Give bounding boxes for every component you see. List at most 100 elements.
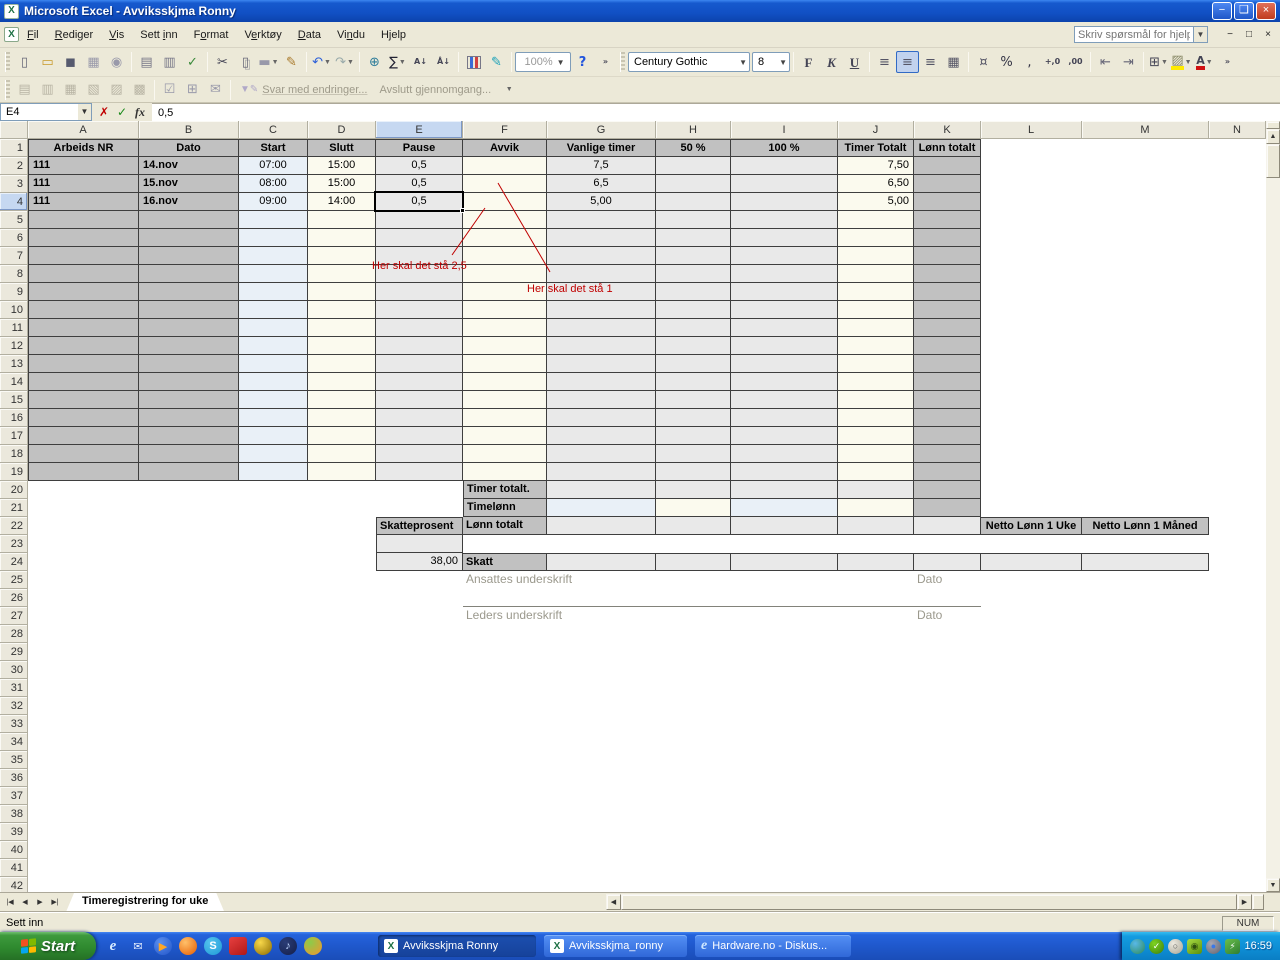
cell-K22[interactable] xyxy=(914,517,981,535)
cell-K11[interactable] xyxy=(914,319,981,337)
cell-G17[interactable] xyxy=(547,427,656,445)
cell-F8[interactable] xyxy=(463,265,547,283)
cell-K14[interactable] xyxy=(914,373,981,391)
cell-K12[interactable] xyxy=(914,337,981,355)
row-header-29[interactable]: 29 xyxy=(0,643,28,661)
column-header-N[interactable]: N xyxy=(1209,121,1266,139)
cell-F11[interactable] xyxy=(463,319,547,337)
cell-M24[interactable] xyxy=(1082,553,1209,571)
cell-K13[interactable] xyxy=(914,355,981,373)
cell-I10[interactable] xyxy=(731,301,838,319)
row-header-39[interactable]: 39 xyxy=(0,823,28,841)
cell-G24[interactable] xyxy=(547,553,656,571)
cell-I2[interactable] xyxy=(731,157,838,175)
cell-I24[interactable] xyxy=(731,553,838,571)
paste-button[interactable]: ▬ ▼ xyxy=(257,51,280,73)
borders-button[interactable]: ⊞ ▼ xyxy=(1147,51,1170,73)
merge-and-center-button[interactable]: ▦ xyxy=(942,51,965,73)
cell-E9[interactable] xyxy=(376,283,463,301)
cell-H1[interactable]: 50 % xyxy=(656,139,731,157)
cell-E22[interactable]: Skatteprosent xyxy=(376,517,463,535)
cell-E17[interactable] xyxy=(376,427,463,445)
outlook-express-icon[interactable]: ✉ xyxy=(129,937,147,955)
cell-H17[interactable] xyxy=(656,427,731,445)
cell-B5[interactable] xyxy=(139,211,239,229)
cell-I7[interactable] xyxy=(731,247,838,265)
cell-H18[interactable] xyxy=(656,445,731,463)
cell-H10[interactable] xyxy=(656,301,731,319)
cell-F18[interactable] xyxy=(463,445,547,463)
toolbar-grip[interactable] xyxy=(620,52,625,72)
first-sheet-button[interactable]: |◀ xyxy=(3,895,17,910)
row-header-26[interactable]: 26 xyxy=(0,589,28,607)
cell-E15[interactable] xyxy=(376,391,463,409)
cell-F4[interactable] xyxy=(463,193,547,211)
row-header-13[interactable]: 13 xyxy=(0,355,28,373)
scroll-right-button[interactable]: ▶ xyxy=(1237,894,1252,910)
tab-split-handle[interactable] xyxy=(1252,894,1264,910)
audio-device-tray-icon[interactable]: ● xyxy=(1206,938,1221,954)
cell-J15[interactable] xyxy=(838,391,914,409)
cell-B16[interactable] xyxy=(139,409,239,427)
cell-G7[interactable] xyxy=(547,247,656,265)
annotation-text-1[interactable]: Her skal det stå 2,5 xyxy=(372,260,467,272)
cell-I18[interactable] xyxy=(731,445,838,463)
taskbar-button-avviksskjma-ronny[interactable]: X Avviksskjma Ronny xyxy=(378,935,536,957)
cell-F6[interactable] xyxy=(463,229,547,247)
cell-H16[interactable] xyxy=(656,409,731,427)
row-header-36[interactable]: 36 xyxy=(0,769,28,787)
previous-sheet-button[interactable]: ◀ xyxy=(18,895,32,910)
envelope-button[interactable]: ✉ xyxy=(204,79,227,101)
cell-J3[interactable]: 6,50 xyxy=(838,175,914,193)
cell-E23[interactable] xyxy=(376,535,463,553)
toolbar-grip[interactable] xyxy=(5,79,10,100)
cell-F1[interactable]: Avvik xyxy=(463,139,547,157)
menu-format[interactable]: Format xyxy=(186,25,237,45)
cell-J22[interactable] xyxy=(838,517,914,535)
cell-E14[interactable] xyxy=(376,373,463,391)
cell-G12[interactable] xyxy=(547,337,656,355)
cell-I6[interactable] xyxy=(731,229,838,247)
cell-D2[interactable]: 15:00 xyxy=(308,157,376,175)
cell-G20[interactable] xyxy=(547,481,656,499)
cell-D13[interactable] xyxy=(308,355,376,373)
cell-B7[interactable] xyxy=(139,247,239,265)
cell-I22[interactable] xyxy=(731,517,838,535)
cell-E1[interactable]: Pause xyxy=(376,139,463,157)
cell-J7[interactable] xyxy=(838,247,914,265)
yellow-ball-icon[interactable] xyxy=(254,937,272,955)
row-header-1[interactable]: 1 xyxy=(0,139,28,157)
cell-pattern-button-1[interactable]: ▤ xyxy=(13,79,36,101)
copy-button[interactable]: ▯ xyxy=(234,51,257,73)
cell-E12[interactable] xyxy=(376,337,463,355)
cell-H15[interactable] xyxy=(656,391,731,409)
italic-button[interactable]: K xyxy=(820,51,843,73)
cell-G16[interactable] xyxy=(547,409,656,427)
cell-J4[interactable]: 5,00 xyxy=(838,193,914,211)
cell-F24[interactable]: Skatt xyxy=(463,553,547,571)
open-button[interactable]: ▭ xyxy=(36,51,59,73)
cell-A13[interactable] xyxy=(28,355,139,373)
cell-K25[interactable]: Dato xyxy=(914,571,981,589)
cell-H22[interactable] xyxy=(656,517,731,535)
cell-pattern-button-2[interactable]: ▥ xyxy=(36,79,59,101)
cell-B15[interactable] xyxy=(139,391,239,409)
cell-F5[interactable] xyxy=(463,211,547,229)
cell-B12[interactable] xyxy=(139,337,239,355)
cell-F22[interactable]: Lønn totalt xyxy=(463,517,547,535)
review-more-chevron[interactable]: ▼ xyxy=(497,79,520,101)
cell-H9[interactable] xyxy=(656,283,731,301)
cell-J6[interactable] xyxy=(838,229,914,247)
row-header-2[interactable]: 2 xyxy=(0,157,28,175)
cell-J9[interactable] xyxy=(838,283,914,301)
cell-B6[interactable] xyxy=(139,229,239,247)
cell-H2[interactable] xyxy=(656,157,731,175)
scroll-down-button[interactable]: ▼ xyxy=(1266,878,1280,892)
cell-D19[interactable] xyxy=(308,463,376,481)
row-header-8[interactable]: 8 xyxy=(0,265,28,283)
cell-E19[interactable] xyxy=(376,463,463,481)
cell-F20[interactable]: Timer totalt. xyxy=(463,481,547,499)
column-header-A[interactable]: A xyxy=(28,121,139,139)
column-header-F[interactable]: F xyxy=(463,121,547,139)
row-header-11[interactable]: 11 xyxy=(0,319,28,337)
